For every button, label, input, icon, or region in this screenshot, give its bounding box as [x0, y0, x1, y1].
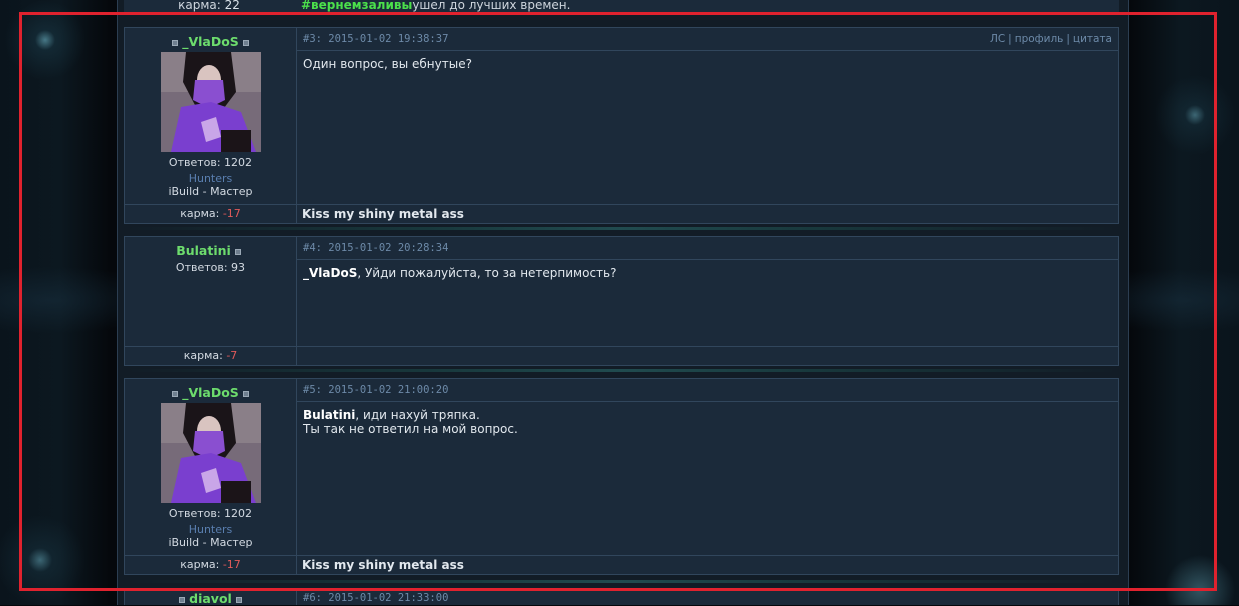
user-info: _VlaDoS Ответов: 1202 Hunters iBuild - М…	[125, 28, 297, 205]
post-actions: ЛС | профиль | цитата	[989, 33, 1112, 45]
forum-post: Bulatini Ответов: 93 #4: 2015-01-02 20:2…	[124, 236, 1119, 366]
post-header: #6: 2015-01-02 21:33:00	[297, 590, 1118, 606]
forum-post: diavol #6: 2015-01-02 21:33:00	[124, 589, 1119, 606]
user-rank: iBuild - Мастер	[168, 185, 253, 198]
status-dot-icon	[172, 39, 179, 46]
avatar[interactable]	[160, 403, 261, 503]
karma-value: 22	[224, 0, 240, 12]
karma-label: карма: 22	[178, 0, 240, 12]
signature: Kiss my shiny metal ass	[297, 204, 1118, 223]
karma-value[interactable]: -17	[223, 558, 241, 571]
status-dot-icon	[242, 390, 249, 397]
username-link[interactable]: Bulatini	[176, 243, 231, 258]
quote-link[interactable]: цитата	[1073, 33, 1112, 45]
post-body: Один вопрос, вы ебнутые?	[303, 57, 472, 71]
karma-value[interactable]: -7	[226, 349, 237, 362]
profile-link[interactable]: профиль	[1015, 33, 1064, 45]
username-link[interactable]: _VlaDoS	[182, 385, 239, 400]
mention: Bulatini	[303, 408, 356, 422]
mention: _VlaDoS	[303, 266, 358, 280]
user-rank: iBuild - Мастер	[168, 536, 253, 549]
divider	[124, 580, 1119, 583]
status-dot-icon	[179, 596, 186, 603]
post-header: #3: 2015-01-02 19:38:37 ЛС | профиль | цитат…	[297, 28, 1118, 51]
status-dot-icon	[235, 596, 242, 603]
post-number-date[interactable]: #6: 2015-01-02 21:33:00	[303, 592, 448, 604]
post-number-date[interactable]: #3: 2015-01-02 19:38:37	[303, 33, 448, 45]
user-info: Bulatini Ответов: 93	[125, 237, 297, 347]
user-info: diavol	[125, 590, 297, 606]
hashtag-link[interactable]: #вернемзаливы	[301, 0, 412, 12]
team-link[interactable]: Hunters	[125, 172, 296, 186]
status-dot-icon	[234, 248, 241, 255]
username-link[interactable]: diavol	[189, 591, 232, 606]
forum-post: _VlaDoS Ответов: 1202 Hunters iBuild - М…	[124, 378, 1119, 575]
signature	[297, 346, 1118, 365]
post-body: _VlaDoS, Уйди пожалуйста, то за нетерпим…	[303, 266, 617, 280]
signature: #вернемзаливыушел до лучших времен.	[301, 0, 571, 12]
reply-count: Ответов: 1202	[168, 156, 253, 169]
karma-label: карма: -17	[125, 204, 297, 223]
post-header: #4: 2015-01-02 20:28:34	[297, 237, 1118, 260]
karma-value[interactable]: -17	[223, 207, 241, 220]
reply-count: Ответов: 1202	[168, 507, 253, 520]
team-link[interactable]: Hunters	[125, 523, 296, 537]
user-info: _VlaDoS Ответов: 1202 Hunters iBuild - М…	[125, 379, 297, 556]
post-number-date[interactable]: #5: 2015-01-02 21:00:20	[303, 384, 448, 396]
forum-post: _VlaDoS Ответов: 1202 Hunters iBuild - М…	[124, 27, 1119, 224]
signature: Kiss my shiny metal ass	[297, 555, 1118, 574]
karma-label: карма: -17	[125, 555, 297, 574]
divider	[124, 369, 1119, 372]
previous-post-footer: карма: 22 #вернемзаливыушел до лучших вр…	[124, 0, 1119, 14]
karma-label: карма: -7	[125, 346, 297, 365]
post-number-date[interactable]: #4: 2015-01-02 20:28:34	[303, 242, 448, 254]
status-dot-icon	[172, 390, 179, 397]
username-link[interactable]: _VlaDoS	[182, 34, 239, 49]
post-header: #5: 2015-01-02 21:00:20	[297, 379, 1118, 402]
divider	[124, 227, 1119, 230]
avatar[interactable]	[160, 52, 261, 152]
status-dot-icon	[242, 39, 249, 46]
pm-link[interactable]: ЛС	[990, 33, 1005, 45]
post-body: Bulatini, иди нахуй тряпка. Ты так не от…	[303, 408, 518, 436]
reply-count: Ответов: 93	[175, 261, 246, 274]
